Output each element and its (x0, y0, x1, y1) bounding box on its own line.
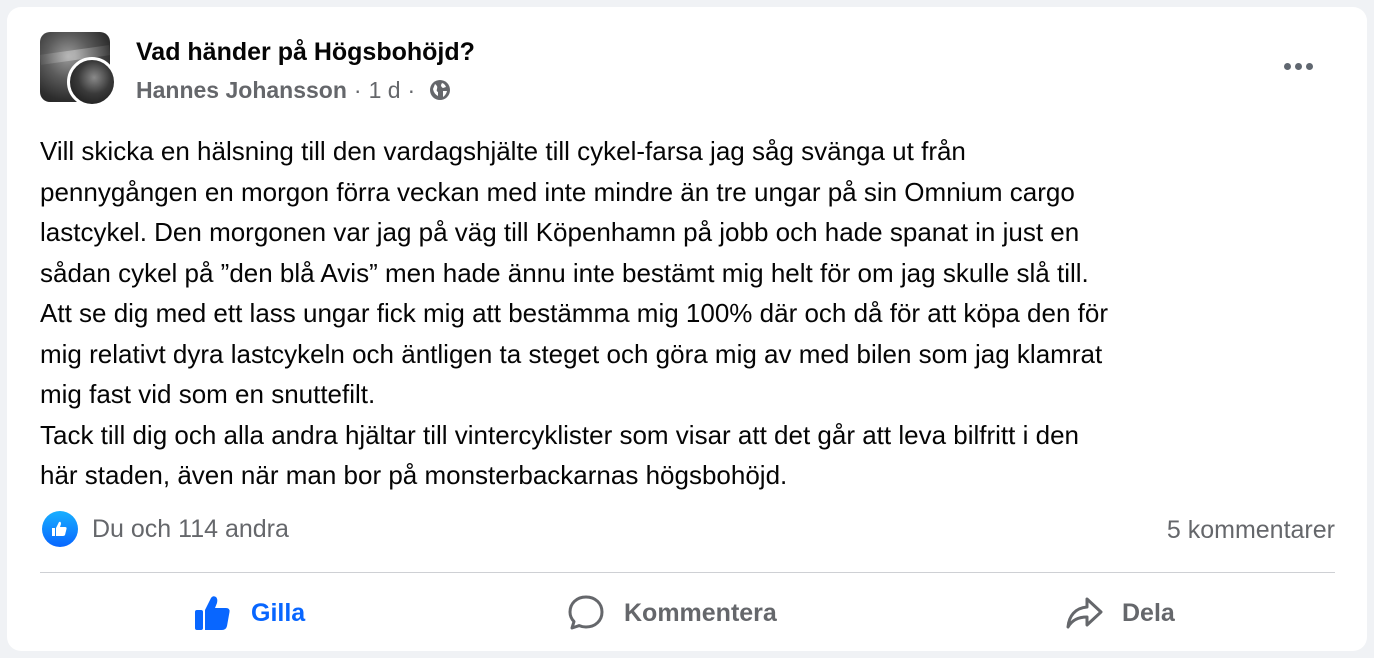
post-body-line: Tack till dig och alla andra hjältar til… (40, 419, 1079, 450)
post-body-line: lastcykel. Den morgonen var jag på väg t… (40, 217, 1080, 247)
like-reaction-icon (42, 511, 78, 547)
share-button[interactable]: Dela (1064, 593, 1175, 633)
post-body-line: mig relativt dyra lastcykeln och äntlige… (40, 338, 1103, 369)
comment-bubble-icon (566, 593, 606, 633)
like-label: Gilla (251, 598, 306, 627)
comment-label: Kommentera (624, 598, 777, 627)
post-meta: Hannes Johansson · 1 d · (136, 75, 452, 105)
meta-separator: · (353, 77, 362, 103)
share-label: Dela (1122, 598, 1175, 627)
meta-separator: · (407, 77, 416, 103)
post-body-line: pennygången en morgon förra veckan med i… (40, 176, 1075, 207)
author-name[interactable]: Hannes Johansson (136, 75, 347, 105)
divider (40, 572, 1335, 573)
post-body-line: mig fast vid som en snuttefilt. (40, 379, 376, 409)
like-button[interactable]: Gilla (193, 593, 305, 633)
comments-count[interactable]: 5 kommentarer (1167, 513, 1335, 547)
share-arrow-icon (1064, 593, 1104, 633)
post-body-line: Att se dig med ett lass ungar fick mig a… (40, 298, 1108, 328)
post-body-line: Vill skicka en hälsning till den vardags… (40, 136, 966, 166)
post-body-line: här staden, även när man bor på monsterb… (40, 460, 788, 490)
reactions-text: Du och 114 andra (92, 515, 289, 543)
post-body-line: sådan cykel på ”den blå Avis” men hade ä… (40, 257, 1089, 288)
reactions-summary[interactable]: Du och 114 andra (42, 511, 289, 547)
post-body: Vill skicka en hälsning till den vardags… (40, 131, 1340, 496)
post-card: Vad händer på Högsbohöjd? Hannes Johanss… (7, 7, 1367, 651)
globe-icon (428, 78, 452, 102)
group-name[interactable]: Vad händer på Högsbohöjd? (136, 35, 475, 69)
thumbs-up-icon (193, 593, 233, 633)
more-options-icon[interactable] (1275, 51, 1321, 81)
comment-button[interactable]: Kommentera (566, 593, 777, 633)
author-avatar[interactable] (67, 57, 117, 107)
post-time[interactable]: 1 d (369, 75, 401, 105)
